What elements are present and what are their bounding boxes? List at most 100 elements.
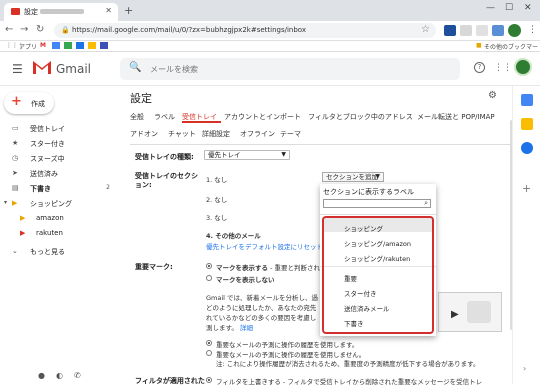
browser-menu-icon[interactable]: ⋮	[528, 25, 537, 35]
dropdown-arrow-icon: ▼	[375, 173, 380, 180]
forward-icon[interactable]: →	[20, 24, 28, 35]
lock-icon: 🔒	[61, 26, 70, 34]
section-1: 1. なし	[206, 176, 228, 184]
sidebar-item-drafts[interactable]: ▤ 下書き 2	[0, 182, 118, 195]
tab-filters[interactable]: フィルタとブロック中のアドレス	[308, 112, 413, 122]
tabs-divider	[130, 144, 510, 145]
sidebar-item-rakuten[interactable]: ▶ rakuten	[0, 227, 118, 240]
dropdown-arrow-icon: ▼	[281, 151, 286, 158]
tab-chat[interactable]: チャット	[168, 129, 196, 139]
sidebar-nav: ▭ 受信トレイ ★ スター付き ◷ スヌーズ中 ➤ 送信済み ▤ 下書き 2 ▾…	[0, 122, 120, 262]
close-tab-icon[interactable]: ✕	[105, 6, 112, 15]
add-section-button[interactable]: セクションを追加 ▼	[322, 172, 384, 182]
close-window-icon[interactable]: ✕	[524, 3, 532, 13]
plus-icon: +	[11, 94, 22, 109]
draft-count: 2	[106, 184, 110, 191]
tab-accounts[interactable]: アカウントとインポート	[224, 112, 301, 122]
no-history-radio[interactable]	[206, 350, 212, 356]
chat-icon[interactable]: ◐	[56, 371, 63, 380]
sidebar-item-amazon[interactable]: ▶ amazon	[0, 212, 118, 225]
send-icon: ➤	[12, 169, 18, 177]
reset-default-link[interactable]: 優先トレイをデフォルト設定にリセット	[206, 241, 323, 251]
play-icon[interactable]: ▶	[451, 309, 459, 320]
compose-button[interactable]: + 作成	[4, 92, 54, 114]
sidebar-item-sent[interactable]: ➤ 送信済み	[0, 167, 118, 180]
gmail-wordmark: Gmail	[56, 62, 92, 76]
tab-offline[interactable]: オフライン	[240, 129, 275, 139]
tab-general[interactable]: 全般	[130, 112, 144, 122]
blurred-account	[40, 9, 84, 14]
sidebar-item-label: ショッピング	[30, 200, 72, 208]
bookmark-apps[interactable]: アプリ	[19, 42, 37, 51]
sidebar-item-label: 送信済み	[30, 170, 58, 178]
settings-gear-icon[interactable]: ⚙	[488, 90, 497, 101]
search-icon[interactable]: 🔍	[129, 62, 141, 73]
sidebar-item-shopping[interactable]: ▾ ▶ ショッピング	[0, 197, 118, 210]
sidebar-item-label: 下書き	[30, 185, 51, 193]
keep-icon[interactable]	[521, 118, 533, 130]
gmail-bookmark-icon[interactable]: M	[40, 42, 46, 49]
extension-icon[interactable]	[460, 25, 472, 36]
add-section-label: セクションを追加	[326, 173, 378, 181]
maximize-icon[interactable]: ☐	[505, 3, 513, 13]
tab-forwarding[interactable]: メール転送と POP/IMAP	[417, 112, 495, 122]
inbox-type-select[interactable]: 優先トレイ ▼	[204, 150, 290, 160]
sidebar-item-starred[interactable]: ★ スター付き	[0, 137, 118, 150]
profile-avatar[interactable]	[508, 24, 521, 37]
active-tab-indicator	[182, 121, 221, 123]
sidebar-item-inbox[interactable]: ▭ 受信トレイ	[0, 122, 118, 135]
clock-icon: ◷	[12, 154, 19, 162]
add-addon-icon[interactable]: +	[522, 182, 531, 195]
highlight-box	[322, 216, 434, 334]
reload-icon[interactable]: ↻	[36, 24, 44, 35]
show-markers-radio[interactable]	[206, 263, 212, 269]
side-panel: + ›	[512, 86, 540, 384]
back-icon[interactable]: ←	[5, 24, 13, 35]
expand-arrow-icon[interactable]: ▾	[4, 199, 7, 206]
section-2: 2. なし	[206, 196, 228, 204]
account-avatar[interactable]	[514, 58, 532, 76]
search-box[interactable]: 🔍 メールを検索	[120, 58, 460, 80]
calendar-icon[interactable]	[521, 94, 533, 106]
extension-icon[interactable]	[492, 25, 504, 36]
person-icon[interactable]: ●	[38, 371, 45, 380]
new-tab-button[interactable]: +	[124, 4, 133, 17]
tab-advanced[interactable]: 詳細設定	[202, 129, 230, 139]
gmail-description-line1: Gmail では、新着メールを分析し、過	[206, 294, 319, 302]
hide-markers-radio[interactable]	[206, 275, 212, 281]
gmail-description-line2: どのように処理したか、あなたの宛先	[206, 304, 317, 312]
hangouts-bar: ● ◐ ✆	[0, 368, 120, 384]
extension-icon[interactable]	[444, 25, 456, 36]
help-icon[interactable]: ?	[474, 62, 485, 73]
url-text: https://mail.google.com/mail/u/0/?zx=bub…	[72, 26, 307, 34]
details-link[interactable]: 詳細	[240, 322, 253, 332]
address-bar[interactable]: 🔒 https://mail.google.com/mail/u/0/?zx=b…	[54, 23, 436, 38]
bookmark-icon[interactable]	[64, 42, 72, 49]
bookmark-icon[interactable]	[100, 42, 108, 49]
tasks-icon[interactable]	[521, 142, 533, 154]
bookmark-icon[interactable]	[88, 42, 96, 49]
inbox-type-label: 受信トレイの種類:	[135, 153, 194, 161]
search-input[interactable]: メールを検索	[150, 64, 198, 75]
tab-addons[interactable]: アドオン	[130, 129, 158, 139]
bookmark-star-icon[interactable]: ☆	[421, 24, 430, 35]
tab-themes[interactable]: テーマ	[280, 129, 301, 139]
label-icon: ▶	[12, 199, 18, 207]
minimize-icon[interactable]: —	[486, 3, 495, 13]
section-3: 3. なし	[206, 214, 228, 222]
extension-icon[interactable]	[476, 25, 488, 36]
override-filter-radio[interactable]	[206, 377, 212, 383]
sidebar-item-label: もっと見る	[30, 248, 65, 256]
sidebar-item-more[interactable]: ⌄ もっと見る	[0, 245, 118, 258]
tab-labels[interactable]: ラベル	[154, 112, 175, 122]
gmail-description-line4: 測します。	[206, 324, 238, 332]
sidebar-item-snoozed[interactable]: ◷ スヌーズ中	[0, 152, 118, 165]
expand-panel-icon[interactable]: ›	[523, 364, 526, 373]
browser-tab[interactable]: 設定 - ✕	[4, 3, 118, 21]
bookmark-icon[interactable]	[76, 42, 84, 49]
phone-icon[interactable]: ✆	[74, 371, 81, 380]
bookmark-icon[interactable]	[52, 42, 60, 49]
bookmarks-bar: ⋮⋮⋮ アプリ M ■ その他のブックマーク	[0, 41, 540, 60]
use-history-radio[interactable]	[206, 340, 212, 346]
main-menu-icon[interactable]: ☰	[12, 62, 23, 76]
